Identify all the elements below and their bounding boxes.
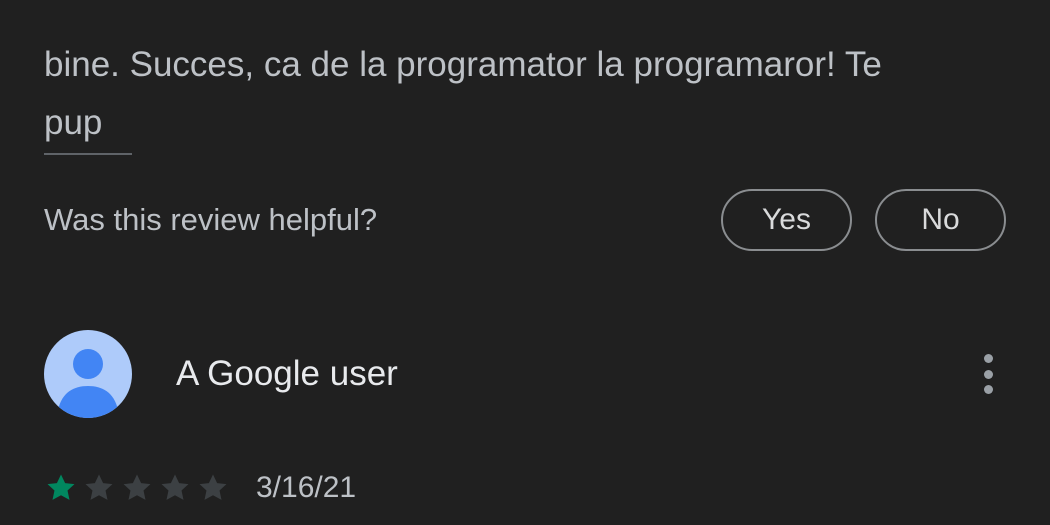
helpful-question: Was this review helpful? [44,202,378,237]
review-text: ... ... bine. Succes, ca de la programat… [44,0,1024,152]
yes-button[interactable]: Yes [721,189,852,251]
menu-dot [983,385,993,394]
star-empty-icon [158,471,192,505]
star-rating [44,471,234,505]
review-author-row: A Google user [44,330,1006,418]
review-date: 3/16/21 [256,471,357,504]
star-empty-icon [82,471,116,505]
helpful-row: Was this review helpful? Yes No [44,188,1006,254]
more-vert-icon[interactable] [974,350,1002,398]
review-text-line: pup [44,103,103,142]
no-button[interactable]: No [875,189,1006,251]
menu-dot [983,354,993,363]
avatar [44,330,132,418]
menu-dot [983,369,993,379]
divider [44,153,132,155]
star-filled-icon [44,471,78,505]
rating-row: 3/16/21 [44,466,356,510]
person-icon [58,349,118,418]
author-name: A Google user [176,354,398,393]
star-empty-icon [196,471,230,505]
star-empty-icon [120,471,154,505]
review-text-line: bine. Succes, ca de la programator la pr… [44,45,882,84]
